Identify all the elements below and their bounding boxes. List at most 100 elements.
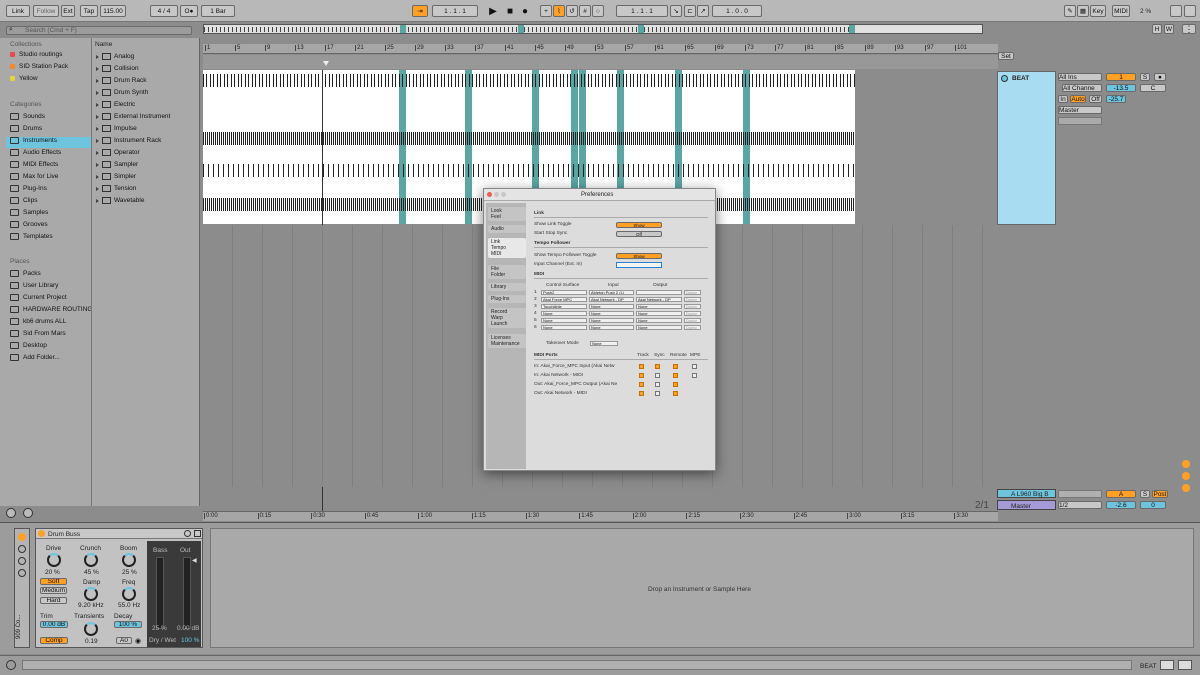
- expand-arrow-icon[interactable]: [96, 127, 99, 131]
- overdub-button[interactable]: +: [540, 5, 552, 17]
- show-tempo-toggle[interactable]: Show: [616, 253, 662, 259]
- dump-button[interactable]: Dump: [684, 297, 701, 302]
- midi-port-label[interactable]: In: Akai Network - MIDI: [534, 373, 583, 378]
- place-item[interactable]: HARDWARE ROUTING: [10, 306, 92, 313]
- pan-field[interactable]: C: [1140, 84, 1166, 92]
- browser-list-item[interactable]: Electric: [96, 101, 135, 108]
- volume-field[interactable]: -13.5: [1106, 84, 1136, 92]
- place-item[interactable]: Current Project: [10, 294, 67, 301]
- browser-list-item[interactable]: Impulse: [96, 125, 137, 132]
- expand-arrow-icon[interactable]: [96, 163, 99, 167]
- control-surface-select[interactable]: TouchAble: [541, 304, 587, 309]
- place-item[interactable]: Add Folder...: [10, 354, 60, 361]
- monitor-off-button[interactable]: Off: [1089, 95, 1102, 103]
- info-toggle-icon[interactable]: [6, 660, 16, 670]
- expand-arrow-icon[interactable]: [96, 115, 99, 119]
- place-item[interactable]: Packs: [10, 270, 41, 277]
- transients-knob[interactable]: [84, 622, 98, 636]
- expand-arrow-icon[interactable]: [96, 103, 99, 107]
- minimize-icon[interactable]: [494, 192, 499, 197]
- loop-switch[interactable]: ⊏: [684, 5, 696, 17]
- expand-arrow-icon[interactable]: [96, 79, 99, 83]
- expand-arrow-icon[interactable]: [96, 91, 99, 95]
- collection-item[interactable]: Yellow: [10, 75, 38, 82]
- session-record-button[interactable]: ↺: [566, 5, 578, 17]
- surface-output-select[interactable]: None: [636, 304, 682, 309]
- follow-button[interactable]: Follow: [33, 5, 59, 17]
- category-item[interactable]: MIDI Effects: [10, 161, 58, 168]
- category-item[interactable]: Templates: [10, 233, 53, 240]
- input-channel-select[interactable]: [616, 262, 662, 268]
- automation-arm-button[interactable]: ⌇: [553, 5, 565, 17]
- device-activator[interactable]: [38, 530, 45, 537]
- control-surface-select[interactable]: None: [541, 325, 587, 330]
- soft-button[interactable]: Soft: [40, 578, 67, 585]
- input-type-select[interactable]: All Ins: [1058, 73, 1102, 81]
- browser-list-item[interactable]: Analog: [96, 53, 134, 60]
- port-remote-checkbox[interactable]: [673, 364, 678, 369]
- monitor-auto-button[interactable]: Auto: [1070, 95, 1086, 103]
- out-value[interactable]: 0.00 dB: [177, 625, 199, 632]
- browser-list-item[interactable]: Drum Synth: [96, 89, 148, 96]
- surface-output-select[interactable]: None: [636, 325, 682, 330]
- midi-map-button[interactable]: MIDI: [1112, 5, 1130, 17]
- draw-mode-button[interactable]: ✎: [1064, 5, 1076, 17]
- track-activator-icon[interactable]: [1001, 75, 1008, 82]
- port-remote-checkbox[interactable]: [673, 391, 678, 396]
- trim-value[interactable]: 0.00 dB: [40, 621, 68, 628]
- dump-button[interactable]: Dump: [684, 304, 701, 309]
- capture-button[interactable]: ○: [592, 5, 604, 17]
- rack-activator[interactable]: [18, 533, 26, 541]
- drywet-value[interactable]: 100 %: [181, 637, 199, 644]
- boom-knob[interactable]: [122, 553, 136, 567]
- port-remote-checkbox[interactable]: [673, 382, 678, 387]
- surface-output-select[interactable]: None: [636, 318, 682, 323]
- collection-item[interactable]: SID Station Pack: [10, 63, 68, 70]
- master-track-header[interactable]: Master: [997, 500, 1056, 510]
- freq-value[interactable]: 55.0 Hz: [118, 602, 140, 609]
- port-mpe-checkbox[interactable]: [692, 364, 697, 369]
- master-volume[interactable]: -2.6: [1106, 501, 1136, 509]
- port-track-checkbox[interactable]: [639, 373, 644, 378]
- crunch-knob[interactable]: [84, 553, 98, 567]
- hide-view-h[interactable]: H: [1152, 24, 1162, 34]
- damp-value[interactable]: 9.20 kHz: [78, 602, 104, 609]
- prefs-tab[interactable]: Link Tempo MIDI: [488, 238, 526, 258]
- prefs-tab[interactable]: File Folder: [488, 265, 526, 279]
- record-button[interactable]: ●: [518, 5, 532, 17]
- arm-button[interactable]: ●: [1154, 73, 1166, 81]
- dump-button[interactable]: Dump: [684, 290, 701, 295]
- decay-value[interactable]: 100 %: [114, 621, 142, 628]
- beat-ruler[interactable]: 1591317212529333741454953576165697377818…: [203, 44, 998, 54]
- dump-button[interactable]: Dump: [684, 311, 701, 316]
- dump-button[interactable]: Dump: [684, 325, 701, 330]
- returns-toggle[interactable]: [1182, 484, 1190, 492]
- drive-knob[interactable]: [47, 553, 61, 567]
- clip-device-toggle[interactable]: [1178, 660, 1192, 670]
- link-button[interactable]: Link: [6, 5, 30, 17]
- chain-icon[interactable]: [18, 545, 26, 553]
- session-view-toggle[interactable]: ⋮: [1182, 24, 1196, 34]
- control-surface-select[interactable]: None: [541, 318, 587, 323]
- category-item[interactable]: Drums: [10, 125, 42, 132]
- master-pan[interactable]: 0: [1140, 501, 1166, 509]
- category-item[interactable]: Clips: [10, 197, 37, 204]
- sends-toggle[interactable]: [1182, 472, 1190, 480]
- port-remote-checkbox[interactable]: [673, 373, 678, 378]
- return-letter-button[interactable]: A: [1106, 490, 1136, 498]
- dump-button[interactable]: Dump: [684, 318, 701, 323]
- expand-arrow-icon[interactable]: [96, 139, 99, 143]
- expand-arrow-icon[interactable]: [96, 55, 99, 59]
- browser-list-item[interactable]: Wavetable: [96, 197, 144, 204]
- follow-arrangement-button[interactable]: ⇥: [412, 5, 428, 17]
- port-sync-checkbox[interactable]: [655, 391, 660, 396]
- quantization-menu[interactable]: 1 Bar: [201, 5, 235, 17]
- surface-input-select[interactable]: None: [589, 304, 634, 309]
- port-track-checkbox[interactable]: [639, 391, 644, 396]
- close-icon[interactable]: [487, 192, 492, 197]
- play-button[interactable]: ▶: [486, 5, 500, 17]
- hide-view-w[interactable]: W: [1164, 24, 1174, 34]
- surface-input-select[interactable]: Akai Network - DP: [589, 297, 634, 302]
- comp-button[interactable]: Comp: [40, 637, 68, 644]
- punch-button[interactable]: #: [579, 5, 591, 17]
